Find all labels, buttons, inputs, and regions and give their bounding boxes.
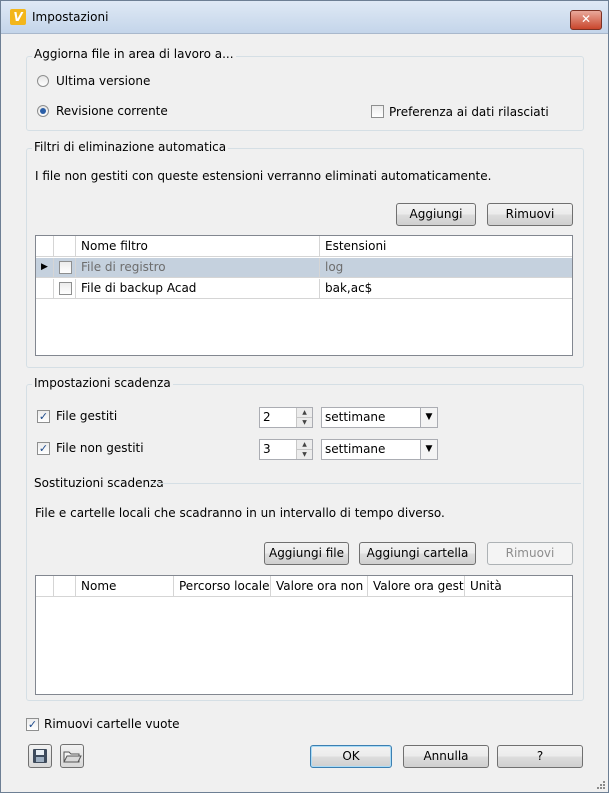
title-bar: V Impostazioni ✕ — [1, 1, 608, 34]
dropdown-arrow-icon[interactable]: ▼ — [420, 408, 437, 427]
latest-version-radio[interactable] — [37, 75, 49, 87]
remove-empty-folders-checkbox[interactable]: ✓ — [26, 718, 39, 731]
managed-files-spinner[interactable]: 2 ▲ ▼ — [259, 407, 313, 428]
current-revision-radio[interactable] — [37, 105, 49, 117]
add-file-button[interactable]: Aggiungi file — [264, 542, 349, 565]
unmanaged-files-checkbox[interactable]: ✓ — [37, 442, 50, 455]
expiry-settings-group-label: Impostazioni scadenza — [32, 376, 173, 390]
window-title: Impostazioni — [32, 10, 109, 24]
cleanup-filters-group-label: Filtri di eliminazione automatica — [32, 140, 229, 154]
overrides-description: File e cartelle locali che scadranno in … — [35, 506, 445, 520]
row-checkbox[interactable] — [59, 261, 72, 274]
unmanaged-files-unit-value[interactable]: settimane — [325, 442, 385, 456]
filter-name-cell[interactable]: File di registro — [75, 258, 319, 277]
overrides-table: Nome Percorso locale Valore ora non ... … — [35, 575, 573, 695]
table-row[interactable]: ▶ File di registro log — [36, 258, 572, 278]
remove-empty-folders-label[interactable]: Rimuovi cartelle vuote — [44, 717, 180, 731]
column-header-unmanaged-value[interactable]: Valore ora non ... — [270, 576, 367, 596]
extensions-cell[interactable]: bak,ac$ — [319, 279, 572, 298]
header-spacer — [53, 576, 75, 596]
column-header-local-path[interactable]: Percorso locale — [173, 576, 270, 596]
managed-files-unit-select[interactable]: settimane ▼ — [321, 407, 438, 428]
row-checkbox-cell — [53, 258, 75, 277]
resize-grip-icon[interactable] — [596, 780, 606, 790]
spin-up-icon[interactable]: ▲ — [296, 440, 312, 450]
close-button[interactable]: ✕ — [570, 10, 602, 30]
remove-filter-button[interactable]: Rimuovi — [487, 203, 573, 226]
dropdown-arrow-icon[interactable]: ▼ — [420, 440, 437, 459]
update-files-group — [26, 56, 584, 131]
spin-down-icon[interactable]: ▼ — [296, 450, 312, 459]
column-header-managed-value[interactable]: Valore ora gest... — [367, 576, 464, 596]
cleanup-description: I file non gestiti con queste estensioni… — [35, 169, 492, 183]
filters-table: Nome filtro Estensioni ▶ File di registr… — [35, 235, 573, 356]
filters-table-header: Nome filtro Estensioni — [36, 236, 572, 257]
latest-version-label[interactable]: Ultima versione — [56, 74, 150, 88]
column-header-filter-name[interactable]: Nome filtro — [75, 236, 319, 256]
header-spacer — [53, 236, 75, 256]
table-row[interactable]: File di backup Acad bak,ac$ — [36, 279, 572, 299]
open-settings-button[interactable] — [60, 744, 84, 768]
spin-up-icon[interactable]: ▲ — [296, 408, 312, 418]
managed-files-value[interactable]: 2 — [263, 410, 271, 424]
overrides-table-header: Nome Percorso locale Valore ora non ... … — [36, 576, 572, 597]
cancel-button[interactable]: Annulla — [403, 745, 489, 768]
save-settings-button[interactable] — [28, 744, 52, 768]
overrides-separator — [151, 483, 581, 484]
unmanaged-files-spinner[interactable]: 3 ▲ ▼ — [259, 439, 313, 460]
remove-override-button[interactable]: Rimuovi — [487, 542, 573, 565]
expiry-overrides-label: Sostituzioni scadenza — [32, 476, 166, 490]
managed-files-unit-value[interactable]: settimane — [325, 410, 385, 424]
column-header-name[interactable]: Nome — [75, 576, 173, 596]
current-revision-label[interactable]: Revisione corrente — [56, 104, 168, 118]
row-checkbox-cell — [53, 279, 75, 298]
spin-down-icon[interactable]: ▼ — [296, 418, 312, 427]
managed-files-label[interactable]: File gestiti — [56, 409, 117, 423]
vault-app-icon: V — [10, 9, 26, 25]
column-header-extensions[interactable]: Estensioni — [319, 236, 572, 256]
column-header-unit[interactable]: Unità — [464, 576, 572, 596]
row-selector-cell — [36, 279, 53, 298]
save-icon — [33, 749, 47, 763]
row-selector-arrow-icon: ▶ — [41, 262, 48, 272]
extensions-cell[interactable]: log — [319, 258, 572, 277]
prefer-released-checkbox[interactable] — [371, 105, 384, 118]
prefer-released-label[interactable]: Preferenza ai dati rilasciati — [389, 105, 549, 119]
help-button[interactable]: ? — [497, 745, 583, 768]
managed-files-checkbox[interactable]: ✓ — [37, 410, 50, 423]
folder-open-icon — [63, 751, 82, 763]
ok-button[interactable]: OK — [310, 745, 392, 768]
unmanaged-files-label[interactable]: File non gestiti — [56, 441, 144, 455]
add-filter-button[interactable]: Aggiungi — [396, 203, 476, 226]
settings-dialog: V Impostazioni ✕ Aggiorna file in area d… — [0, 0, 609, 793]
filter-name-cell[interactable]: File di backup Acad — [75, 279, 319, 298]
add-folder-button[interactable]: Aggiungi cartella — [359, 542, 476, 565]
row-checkbox[interactable] — [59, 282, 72, 295]
update-files-group-label: Aggiorna file in area di lavoro a... — [32, 47, 236, 61]
unmanaged-files-unit-select[interactable]: settimane ▼ — [321, 439, 438, 460]
unmanaged-files-value[interactable]: 3 — [263, 442, 271, 456]
